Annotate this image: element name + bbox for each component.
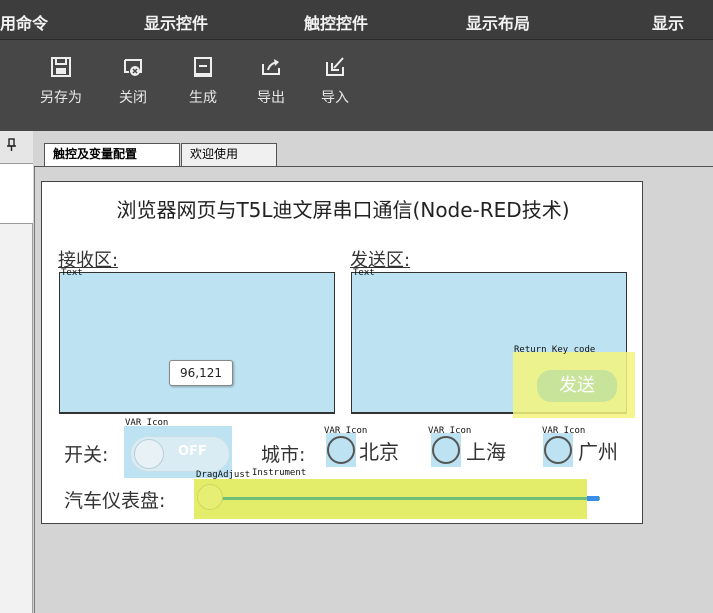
- pin-icon[interactable]: [5, 138, 19, 152]
- left-panel: [0, 131, 33, 613]
- menu-display-layout[interactable]: 显示布局: [466, 10, 530, 34]
- export-label: 导出: [257, 90, 285, 106]
- save-as-label: 另存为: [40, 90, 82, 106]
- return-key-tag: Return Key code: [514, 345, 596, 355]
- gauge-knob[interactable]: [197, 484, 223, 510]
- tab-touch-variable-config[interactable]: 触控及变量配置: [44, 143, 180, 166]
- city-label-shanghai: 上海: [466, 440, 506, 464]
- menu-commands[interactable]: 用命令: [0, 10, 48, 34]
- generate-button[interactable]: 生成: [173, 50, 233, 107]
- close-file-icon: [124, 59, 142, 76]
- gauge-track-end: [587, 496, 599, 501]
- import-icon: [326, 57, 344, 76]
- export-icon: [262, 59, 280, 75]
- menu-touch-controls[interactable]: 触控控件: [304, 10, 368, 34]
- receive-textbox[interactable]: [59, 272, 335, 414]
- gauge-track: [210, 497, 600, 500]
- menu-bar: 用命令 显示控件 触控控件 显示布局 显示: [0, 0, 713, 40]
- coordinate-tooltip: 96,121: [169, 360, 233, 386]
- gauge-label: 汽车仪表盘:: [64, 490, 166, 512]
- save-as-icon: [51, 57, 71, 77]
- city-label-beijing: 北京: [359, 440, 399, 464]
- toolbar: s 另存为 关闭 生成 导出: [0, 40, 713, 144]
- receive-text-tag: Text: [61, 268, 83, 278]
- city-label: 城市:: [261, 444, 306, 466]
- switch-state-text: OFF: [178, 444, 207, 459]
- menu-display-controls[interactable]: 显示控件: [144, 10, 208, 34]
- left-panel-body: [0, 164, 33, 224]
- generate-label: 生成: [189, 90, 217, 106]
- city-radio-shanghai[interactable]: [432, 436, 460, 464]
- design-canvas[interactable]: 浏览器网页与T5L迪文屏串口通信(Node-RED技术) 接收区: 发送区: T…: [41, 181, 643, 524]
- menu-display[interactable]: 显示: [652, 10, 684, 34]
- save-as-button[interactable]: 另存为: [31, 50, 91, 107]
- city-radio-guangzhou[interactable]: [544, 436, 572, 464]
- city-radio-beijing[interactable]: [327, 436, 355, 464]
- import-button[interactable]: 导入: [305, 50, 365, 107]
- left-panel-header: [0, 131, 33, 164]
- instrument-tag: Instrument: [252, 468, 307, 478]
- switch-knob[interactable]: [134, 439, 164, 469]
- send-button[interactable]: 发送: [537, 370, 617, 402]
- city-label-guangzhou: 广州: [578, 440, 618, 464]
- send-text-tag: Text: [353, 268, 375, 278]
- tab-welcome[interactable]: 欢迎使用: [181, 143, 277, 166]
- close-label: 关闭: [119, 90, 147, 106]
- close-button[interactable]: 关闭: [103, 50, 163, 107]
- switch-label: 开关:: [64, 444, 109, 466]
- page-title: 浏览器网页与T5L迪文屏串口通信(Node-RED技术): [116, 198, 570, 222]
- generate-icon: [194, 57, 212, 77]
- export-button[interactable]: 导出: [241, 50, 301, 107]
- import-label: 导入: [321, 90, 349, 106]
